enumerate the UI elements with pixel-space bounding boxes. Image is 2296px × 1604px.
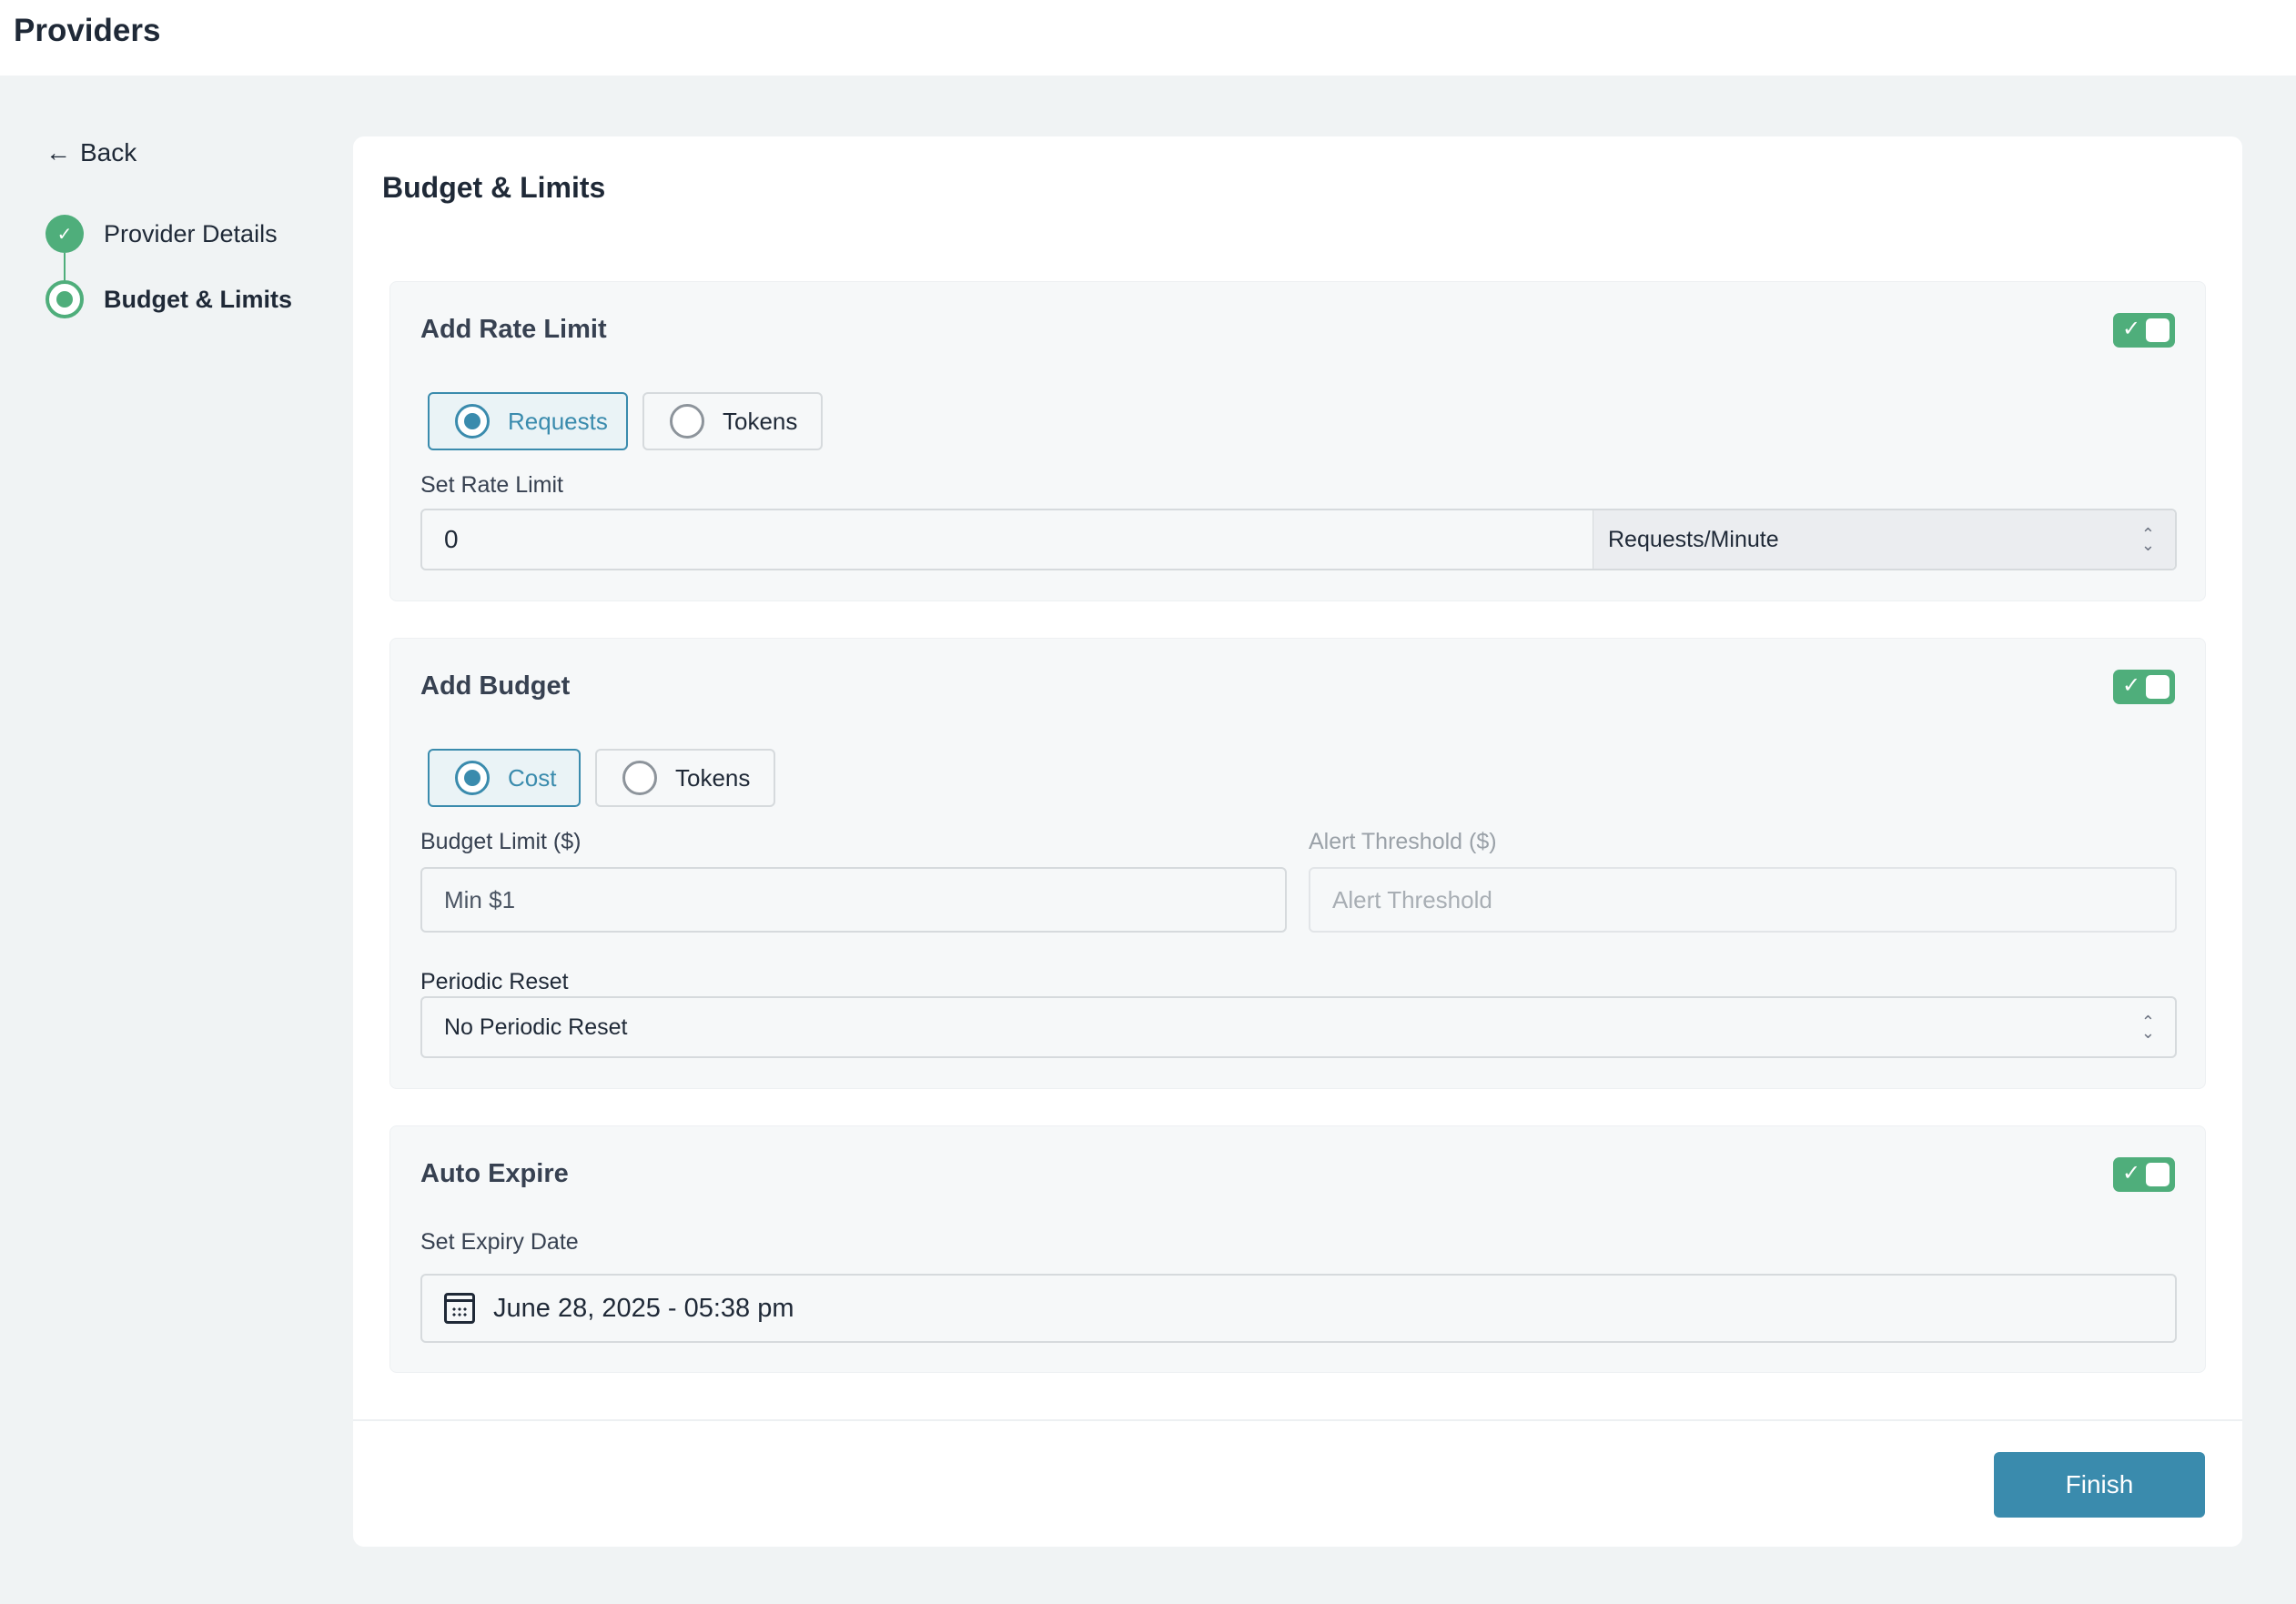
rate-limit-title: Add Rate Limit xyxy=(420,315,607,345)
budget-limit-label: Budget Limit ($) xyxy=(420,829,581,855)
radio-tokens[interactable]: Tokens xyxy=(595,749,775,807)
active-step-icon xyxy=(46,280,84,318)
step-connector xyxy=(64,253,66,280)
periodic-reset-label: Periodic Reset xyxy=(420,969,569,995)
rate-limit-label: Set Rate Limit xyxy=(420,472,563,499)
budget-limit-input[interactable]: Min $1 xyxy=(420,867,1287,933)
budget-limits-card: Budget & Limits Add Rate Limit ✓ Request… xyxy=(353,136,2242,1547)
radio-icon xyxy=(622,761,657,795)
radio-selected-icon xyxy=(455,761,490,795)
footer-divider xyxy=(353,1419,2242,1421)
budget-section: Add Budget ✓ Cost Tokens Budget Limit ($… xyxy=(389,638,2206,1089)
expiry-date-input[interactable]: June 28, 2025 - 05:38 pm xyxy=(420,1274,2177,1343)
step-label: Provider Details xyxy=(104,220,278,248)
rate-limit-input[interactable]: 0 Requests/Minute ⌃⌄ xyxy=(420,509,2177,570)
auto-expire-section: Auto Expire ✓ Set Expiry Date June 28, 2… xyxy=(389,1125,2206,1373)
arrow-left-icon: ← xyxy=(46,138,71,167)
top-bar: Providers xyxy=(0,0,2296,76)
back-label: Back xyxy=(80,138,137,167)
expiry-date-label: Set Expiry Date xyxy=(420,1229,579,1256)
auto-expire-toggle[interactable]: ✓ xyxy=(2113,1157,2175,1192)
back-link[interactable]: ← Back xyxy=(46,138,137,167)
chevron-updown-icon: ⌃⌄ xyxy=(2141,1016,2155,1038)
budget-title: Add Budget xyxy=(420,671,570,701)
alert-threshold-label: Alert Threshold ($) xyxy=(1309,829,1497,855)
budget-toggle[interactable]: ✓ xyxy=(2113,670,2175,704)
check-icon: ✓ xyxy=(2122,1160,2140,1186)
alert-threshold-input: Alert Threshold xyxy=(1309,867,2177,933)
radio-icon xyxy=(670,404,704,439)
step-label: Budget & Limits xyxy=(104,286,292,314)
rate-limit-section: Add Rate Limit ✓ Requests Tokens Set Rat… xyxy=(389,281,2206,601)
check-icon: ✓ xyxy=(46,215,84,253)
auto-expire-title: Auto Expire xyxy=(420,1159,569,1189)
calendar-icon xyxy=(444,1293,475,1324)
periodic-reset-select[interactable]: No Periodic Reset ⌃⌄ xyxy=(420,996,2177,1058)
rate-limit-toggle[interactable]: ✓ xyxy=(2113,313,2175,348)
step-budget-limits[interactable]: Budget & Limits xyxy=(46,280,292,318)
check-icon: ✓ xyxy=(2122,316,2140,342)
radio-cost[interactable]: Cost xyxy=(428,749,581,807)
rate-unit-select[interactable]: Requests/Minute ⌃⌄ xyxy=(1593,510,2175,569)
check-icon: ✓ xyxy=(2122,672,2140,699)
card-title: Budget & Limits xyxy=(382,171,605,205)
chevron-updown-icon: ⌃⌄ xyxy=(2141,529,2155,550)
radio-requests[interactable]: Requests xyxy=(428,392,628,450)
finish-button[interactable]: Finish xyxy=(1994,1452,2205,1518)
page-title: Providers xyxy=(14,13,160,49)
radio-selected-icon xyxy=(455,404,490,439)
radio-tokens[interactable]: Tokens xyxy=(642,392,823,450)
step-provider-details[interactable]: ✓ Provider Details xyxy=(46,215,278,253)
